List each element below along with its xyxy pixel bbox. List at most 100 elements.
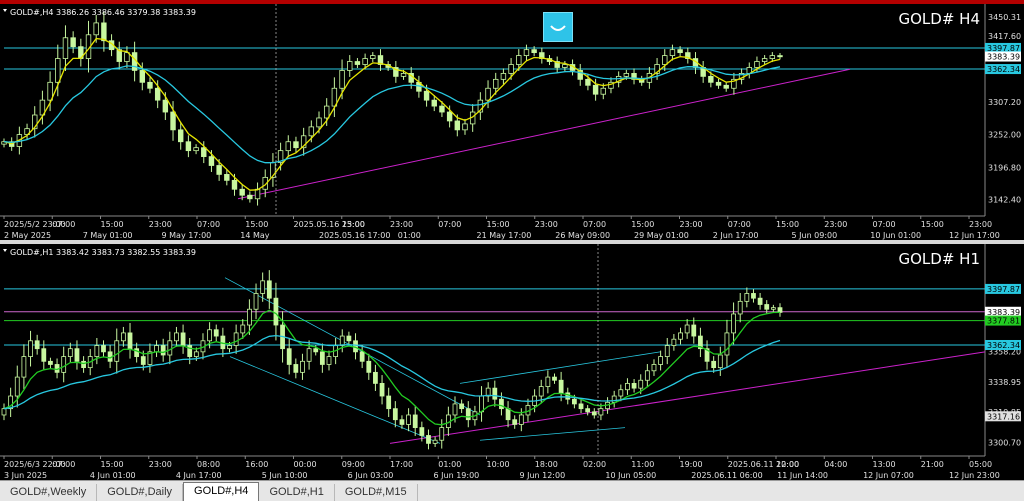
candle-body xyxy=(708,75,714,83)
x-tick-label-date: 29 May 01:00 xyxy=(634,231,689,240)
x-tick-label: 05:00 xyxy=(969,460,992,469)
candle-body xyxy=(664,345,670,357)
chart-pane-h1[interactable]: GOLD#,H1 3383.42 3383.73 3382.55 3383.39… xyxy=(0,244,1024,480)
tab-h4[interactable]: GOLD#,H4 xyxy=(183,482,260,501)
smile-signal-icon[interactable] xyxy=(543,12,573,42)
candle-body xyxy=(362,58,368,65)
candle-body xyxy=(386,395,392,410)
candle-body xyxy=(339,70,345,89)
candle-body xyxy=(392,408,398,421)
candle-body xyxy=(724,332,730,356)
candle-body xyxy=(323,105,330,119)
tab-m15[interactable]: GOLD#,M15 xyxy=(335,484,418,501)
candle-body xyxy=(366,360,372,373)
price-label-text: 3362.34 xyxy=(987,341,1020,350)
x-tick-label: 15:00 xyxy=(342,220,365,229)
candle-body xyxy=(101,345,106,353)
candle-body xyxy=(485,87,491,101)
tab-weekly[interactable]: GOLD#,Weekly xyxy=(0,484,98,501)
chart-pane-h4[interactable]: GOLD#,H4 3386.26 3386.46 3379.38 3383.39… xyxy=(0,4,1024,240)
x-tick-label: 23:00 xyxy=(149,220,172,229)
candle-body xyxy=(432,439,438,444)
x-tick-label: 21:00 xyxy=(921,460,944,469)
price-label-text: 3362.34 xyxy=(987,65,1020,74)
candle-body xyxy=(777,55,783,58)
candle-body xyxy=(562,64,568,68)
chart-svg-h1[interactable]: GOLD#,H1 3383.42 3383.73 3382.55 3383.39… xyxy=(0,244,1024,480)
candle-body xyxy=(306,348,312,362)
candle-body xyxy=(346,335,352,342)
x-tick-label: 15:00 xyxy=(245,220,268,229)
candle-body xyxy=(493,78,499,89)
tab-h1[interactable]: GOLD#,H1 xyxy=(259,484,335,501)
candle-body xyxy=(545,376,551,387)
candle-body xyxy=(572,398,577,405)
x-tick-label: 07:00 xyxy=(52,220,75,229)
candle-body xyxy=(598,408,604,416)
candle-body xyxy=(439,105,445,113)
candle-body xyxy=(454,120,461,131)
candle-body xyxy=(227,345,232,350)
y-tick-label: 3417.60 xyxy=(988,32,1021,41)
candle-body xyxy=(178,129,184,143)
candle-body xyxy=(285,141,291,152)
candle-body xyxy=(167,340,173,356)
x-tick-label: 15:00 xyxy=(631,220,654,229)
candle-body xyxy=(28,340,33,357)
candle-body xyxy=(140,356,146,365)
candle-body xyxy=(170,111,176,131)
candle-body xyxy=(160,345,166,356)
candle-body xyxy=(208,156,215,166)
candle-body xyxy=(512,419,518,425)
candle-body xyxy=(347,61,353,71)
candle-body xyxy=(400,73,407,77)
x-tick-label: 13:00 xyxy=(873,460,896,469)
x-tick-label: 20:00 xyxy=(776,460,799,469)
candle-body xyxy=(316,117,322,128)
candle-body xyxy=(127,332,133,350)
candle-body xyxy=(48,360,53,365)
candle-body xyxy=(508,64,514,74)
candle-body xyxy=(21,356,27,378)
candle-body xyxy=(55,58,61,83)
candle-body xyxy=(399,419,405,425)
candle-body xyxy=(213,329,219,337)
x-tick-label-date: 21 May 17:00 xyxy=(477,231,532,240)
candle-body xyxy=(662,55,668,65)
candle-body xyxy=(671,338,677,346)
x-tick-label: 23:00 xyxy=(535,220,558,229)
ma-slow-line xyxy=(3,65,781,164)
x-tick-label-date: 4 Jun 17:00 xyxy=(176,471,222,480)
candle-body xyxy=(431,99,437,107)
candle-body xyxy=(319,351,325,365)
candle-body xyxy=(247,194,253,200)
tab-daily[interactable]: GOLD#,Daily xyxy=(97,484,184,501)
candle-body xyxy=(193,351,199,357)
x-tick-label: 07:00 xyxy=(873,220,896,229)
x-tick-label-date: 2025.05.16 17:00 xyxy=(319,231,390,240)
candle-body xyxy=(644,370,650,381)
candle-body xyxy=(81,360,86,369)
y-tick-label: 3450.31 xyxy=(988,13,1021,22)
channel-line xyxy=(459,351,661,384)
candle-body xyxy=(174,332,179,342)
candle-body xyxy=(500,73,507,80)
x-tick-label: 15:00 xyxy=(101,460,124,469)
candle-body xyxy=(658,356,664,365)
candle-body xyxy=(359,351,365,362)
smile-glyph xyxy=(550,25,566,31)
candle-body xyxy=(34,340,40,350)
candle-body xyxy=(293,364,299,373)
chart-svg-h4[interactable]: GOLD#,H4 3386.26 3386.46 3379.38 3383.39… xyxy=(0,4,1024,240)
candle-body xyxy=(751,293,756,299)
candle-body xyxy=(266,280,272,299)
x-tick-label-date: 2025.06.11 06:00 xyxy=(691,471,762,480)
candle-body xyxy=(516,55,522,65)
candle-body xyxy=(379,383,385,397)
candle-body xyxy=(154,87,161,101)
candle-body xyxy=(41,348,47,362)
candle-body xyxy=(684,324,690,334)
candle-body xyxy=(479,395,484,413)
candle-body xyxy=(757,297,763,305)
x-tick-label-date: 12 Jun 07:00 xyxy=(863,471,914,480)
